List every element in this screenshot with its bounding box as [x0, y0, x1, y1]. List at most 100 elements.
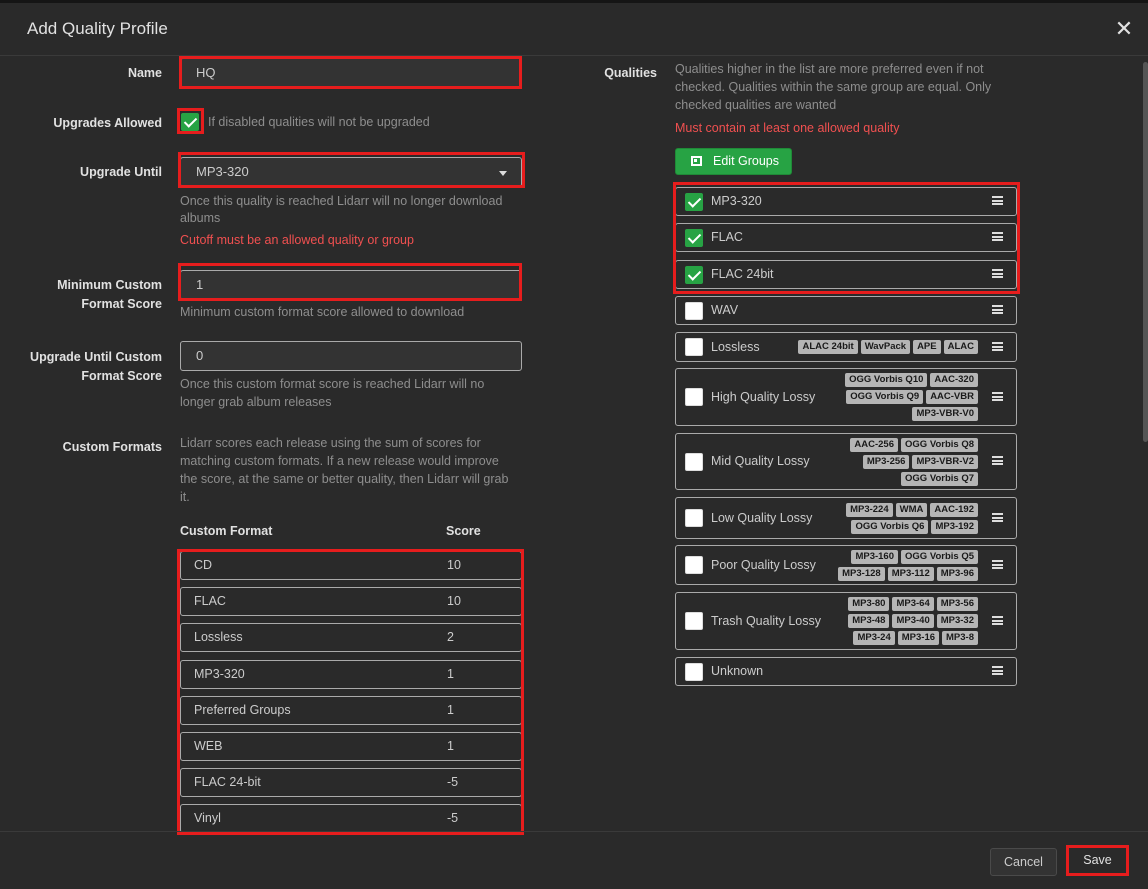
quality-checkbox[interactable]: [685, 453, 703, 471]
qualities-help-2: checked. Qualities within the same group…: [675, 80, 992, 94]
name-label: Name: [127, 66, 162, 80]
quality-tag-line: MP3-160 OGG Vorbis Q5: [851, 550, 978, 564]
quality-name: Poor Quality Lossy: [711, 558, 816, 572]
quality-checkbox[interactable]: [685, 338, 703, 356]
quality-tag: ALAC 24bit: [798, 340, 858, 354]
quality-tag: WMA: [895, 503, 928, 517]
scrollbar-thumb[interactable]: [1143, 62, 1148, 442]
quality-tag: OGG Vorbis Q7: [901, 472, 978, 486]
quality-tag: MP3-128: [838, 567, 885, 581]
quality-tag: MP3-24: [853, 631, 895, 645]
custom-formats-help-4: it.: [180, 490, 190, 504]
custom-formats-help-2: matching custom formats. If a new releas…: [180, 454, 499, 468]
quality-tag: MP3-64: [892, 597, 934, 611]
drag-handle-icon[interactable]: [992, 342, 1003, 351]
drag-handle-icon[interactable]: [992, 616, 1003, 625]
modal-footer: [0, 831, 1148, 889]
drag-handle-icon[interactable]: [992, 513, 1003, 522]
quality-tags: OGG Vorbis Q10 AAC-320 OGG Vorbis Q9 AAC-VB…: [845, 373, 978, 421]
quality-row[interactable]: Poor Quality Lossy MP3-160 OGG Vorbis Q5 MP…: [675, 545, 1017, 585]
qualities-error: Must contain at least one allowed qualit…: [675, 121, 900, 135]
quality-tag: MP3-80: [848, 597, 890, 611]
until-score-help-2: longer grab album releases: [180, 395, 332, 409]
quality-tag-line: OGG Vorbis Q9 AAC-VBR: [846, 390, 978, 404]
upgrade-until-error: Cutoff must be an allowed quality or gro…: [180, 233, 414, 247]
custom-formats-label: Custom Formats: [62, 440, 162, 454]
drag-handle-icon[interactable]: [992, 666, 1003, 675]
quality-row[interactable]: Lossless ALAC 24bit WavPack APE ALAC: [675, 332, 1017, 362]
quality-checkbox[interactable]: [685, 388, 703, 406]
quality-row[interactable]: Trash Quality Lossy MP3-80 MP3-64 MP3-56 MP3…: [675, 592, 1017, 650]
edit-groups-label: Edit Groups: [713, 154, 780, 168]
quality-tag: OGG Vorbis Q5: [901, 550, 978, 564]
quality-name: WAV: [711, 303, 739, 317]
until-score-input[interactable]: 0: [180, 341, 522, 371]
quality-tag-line: MP3-VBR-V0: [912, 407, 978, 421]
quality-tag: OGG Vorbis Q9: [846, 390, 924, 404]
until-score-label-line-1: Upgrade Until Custom: [30, 350, 162, 364]
quality-row[interactable]: WAV: [675, 296, 1017, 325]
quality-tag-line: MP3-256 MP3-VBR-V2: [862, 455, 978, 469]
checked-qualities-highlight: [673, 182, 1020, 294]
quality-checkbox[interactable]: [685, 663, 703, 681]
custom-format-column-header: Custom Format: [180, 524, 273, 538]
quality-tag-line: AAC-256 OGG Vorbis Q8: [850, 438, 978, 452]
upgrades-help: If disabled qualities will not be upgrad…: [208, 115, 430, 129]
min-score-highlight: [178, 263, 522, 301]
edit-groups-button[interactable]: Edit Groups: [675, 148, 792, 175]
quality-tag: MP3-8: [942, 631, 978, 645]
quality-tag: MP3-VBR-V0: [912, 407, 978, 421]
quality-tag: OGG Vorbis Q6: [851, 520, 929, 534]
quality-tag: MP3-32: [936, 614, 978, 628]
quality-tag: AAC-192: [930, 503, 978, 517]
custom-format-list-highlight: [177, 549, 524, 835]
quality-tags: MP3-224 WMA AAC-192 OGG Vorbis Q6 MP3-192: [846, 503, 978, 534]
quality-tags: ALAC 24bit WavPack APE ALAC: [798, 340, 978, 354]
quality-tag: OGG Vorbis Q8: [901, 438, 978, 452]
drag-handle-icon[interactable]: [992, 560, 1003, 569]
quality-tag-line: MP3-80 MP3-64 MP3-56: [848, 597, 978, 611]
quality-tag: OGG Vorbis Q10: [845, 373, 928, 387]
quality-checkbox[interactable]: [685, 509, 703, 527]
quality-tag-line: OGG Vorbis Q7: [901, 472, 978, 486]
quality-row[interactable]: Low Quality Lossy MP3-224 WMA AAC-192 OGG Vo…: [675, 497, 1017, 539]
quality-checkbox[interactable]: [685, 556, 703, 574]
quality-name: High Quality Lossy: [711, 390, 816, 404]
quality-tag: MP3-56: [936, 597, 978, 611]
quality-tag: MP3-96: [936, 567, 978, 581]
quality-checkbox[interactable]: [685, 612, 703, 630]
quality-tag: WavPack: [860, 340, 911, 354]
upgrade-until-highlight: [178, 152, 525, 188]
quality-tag: MP3-224: [846, 503, 893, 517]
quality-checkbox[interactable]: [685, 302, 703, 320]
drag-handle-icon[interactable]: [992, 456, 1003, 465]
close-icon[interactable]: ✕: [1113, 18, 1135, 40]
quality-name: Low Quality Lossy: [711, 511, 813, 525]
cancel-button[interactable]: Cancel: [990, 848, 1057, 876]
quality-tag: ALAC: [943, 340, 978, 354]
quality-tag-line: MP3-24 MP3-16 MP3-8: [853, 631, 978, 645]
qualities-help-1: Qualities higher in the list are more pr…: [675, 62, 984, 76]
quality-tag: APE: [913, 340, 941, 354]
quality-tags: MP3-160 OGG Vorbis Q5 MP3-128 MP3-112 MP3-96: [838, 550, 978, 581]
quality-tag: MP3-256: [862, 455, 910, 469]
upgrade-until-label: Upgrade Until: [80, 165, 162, 179]
quality-tag: AAC-256: [850, 438, 899, 452]
quality-row[interactable]: High Quality Lossy OGG Vorbis Q10 AAC-320 O…: [675, 368, 1017, 426]
quality-tag: MP3-160: [851, 550, 899, 564]
drag-handle-icon[interactable]: [992, 305, 1003, 314]
quality-tag: MP3-VBR-V2: [912, 455, 978, 469]
quality-row[interactable]: Unknown: [675, 657, 1017, 686]
until-score-help-1: Once this custom format score is reached…: [180, 377, 485, 391]
save-button-highlight: [1066, 845, 1129, 876]
qualities-help-3: checked qualities are wanted: [675, 98, 837, 112]
quality-name: Mid Quality Lossy: [711, 454, 810, 468]
quality-row[interactable]: Mid Quality Lossy AAC-256 OGG Vorbis Q8 MP3…: [675, 433, 1017, 490]
quality-tag-line: MP3-128 MP3-112 MP3-96: [838, 567, 978, 581]
quality-name: Lossless: [711, 340, 760, 354]
quality-tag: MP3-112: [887, 567, 934, 581]
min-score-label-line-2: Format Score: [81, 297, 162, 311]
quality-name: Unknown: [711, 664, 764, 678]
drag-handle-icon[interactable]: [992, 392, 1003, 401]
quality-tag: MP3-48: [848, 614, 890, 628]
